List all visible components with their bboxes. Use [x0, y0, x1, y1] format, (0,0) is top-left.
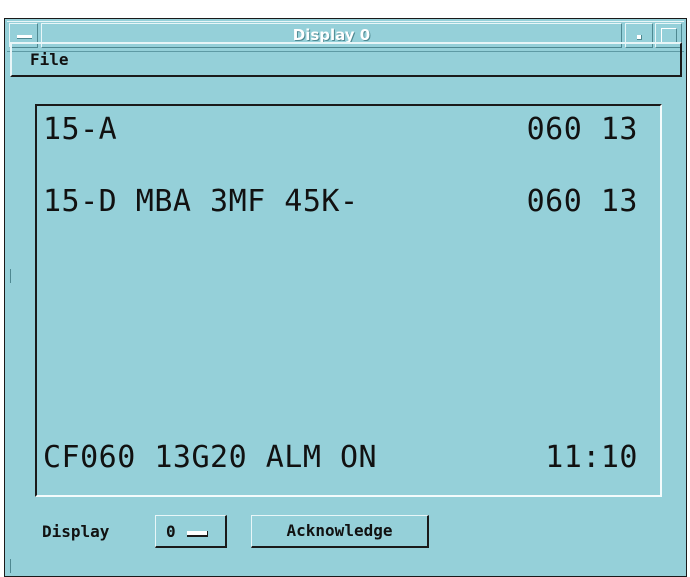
display-screen: 15-A 060 13 15-D MBA 3MF 45K- 060 13 CF0… [35, 104, 662, 497]
resize-grip[interactable] [10, 559, 11, 573]
screen-line-1-left: 15-A [43, 112, 118, 147]
display-label: Display [42, 522, 110, 541]
screen-line-2-right: 060 13 [526, 184, 638, 219]
display-select-value: 0 [166, 522, 176, 541]
menu-bar: File [10, 42, 682, 77]
screen-status-left: CF060 13G20 ALM ON [43, 440, 378, 475]
menu-file[interactable]: File [30, 50, 69, 69]
acknowledge-button[interactable]: Acknowledge [251, 515, 429, 548]
screen-line-1-right: 060 13 [526, 112, 638, 147]
window-menu-icon [17, 35, 32, 39]
option-menu-indicator-icon [187, 531, 208, 537]
minimize-icon [637, 35, 642, 40]
resize-grip[interactable] [10, 269, 11, 283]
screen-line-2-left: 15-D MBA 3MF 45K- [43, 184, 359, 219]
screen-status-right: 11:10 [545, 440, 638, 475]
display-select[interactable]: 0 [155, 515, 227, 548]
